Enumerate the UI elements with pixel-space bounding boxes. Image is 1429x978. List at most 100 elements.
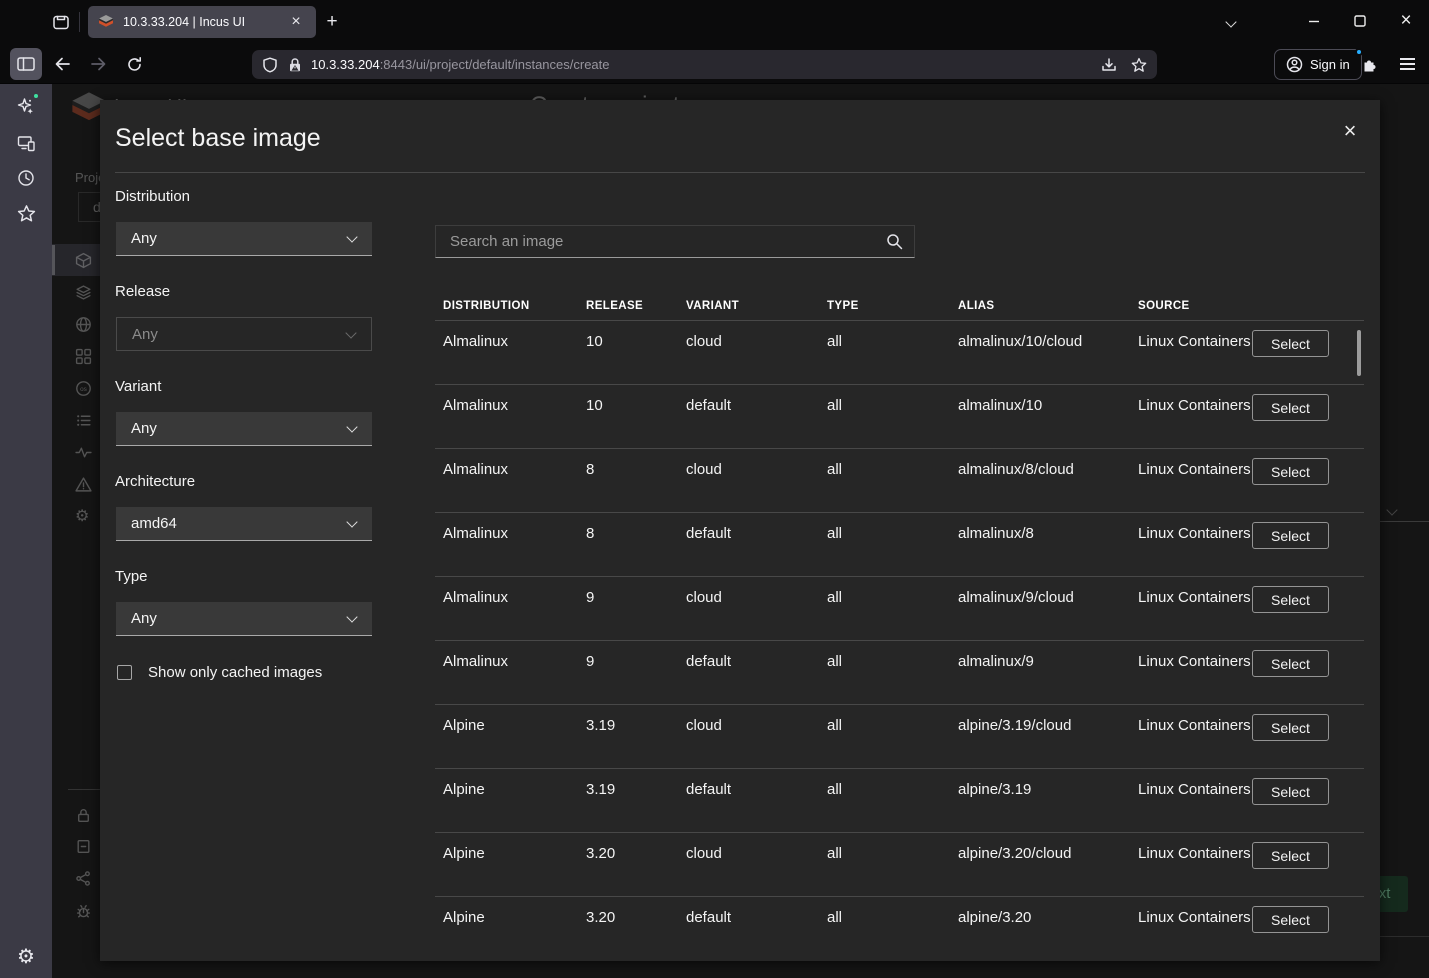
browser-toolbar: 10.3.33.204:8443/ui/project/default/inst… <box>0 44 1429 84</box>
architecture-label: Architecture <box>115 473 195 490</box>
select-button[interactable]: Select <box>1252 330 1329 357</box>
window-close-button[interactable]: × <box>1383 0 1429 42</box>
cell-type: all <box>819 650 950 704</box>
table-header-row: DISTRIBUTIONRELEASEVARIANTTYPEALIASSOURC… <box>435 286 1364 320</box>
column-header: ALIAS <box>950 300 1130 312</box>
select-button[interactable]: Select <box>1252 394 1329 421</box>
tracking-shield-icon[interactable] <box>262 57 278 73</box>
settings-gear-icon: ⚙ <box>75 508 92 525</box>
column-header: VARIANT <box>678 300 819 312</box>
profiles-layers-icon <box>75 284 92 301</box>
account-icon <box>1286 56 1303 73</box>
url-bar[interactable]: 10.3.33.204:8443/ui/project/default/inst… <box>252 50 1157 79</box>
table-row: Almalinux 8 default all almalinux/8 Linu… <box>435 512 1364 576</box>
cell-type: all <box>819 714 950 768</box>
cell-alias: almalinux/9/cloud <box>950 586 1130 640</box>
sidebar-toggle-button[interactable] <box>10 48 42 80</box>
table-scrollbar-thumb[interactable] <box>1357 330 1361 376</box>
cell-variant: cloud <box>678 714 819 768</box>
table-row: Alpine 3.20 default all alpine/3.20 Linu… <box>435 896 1364 960</box>
modal-close-button[interactable]: × <box>1336 118 1364 146</box>
browser-window: 10.3.33.204 | Incus UI × + × <box>0 0 1429 978</box>
select-button[interactable]: Select <box>1252 458 1329 485</box>
type-label: Type <box>115 568 148 585</box>
connection-lock-warning-icon[interactable] <box>287 57 303 73</box>
distribution-select[interactable]: Any <box>116 222 372 256</box>
cell-source: Linux Containers <box>1130 906 1252 960</box>
window-maximize-button[interactable] <box>1337 0 1383 42</box>
select-button[interactable]: Select <box>1252 778 1329 805</box>
signin-label: Sign in <box>1310 57 1350 72</box>
variant-select[interactable]: Any <box>116 412 372 446</box>
cell-alias: almalinux/9 <box>950 650 1130 704</box>
column-header: TYPE <box>819 300 950 312</box>
architecture-select[interactable]: amd64 <box>116 507 372 541</box>
cell-distribution: Almalinux <box>435 458 578 512</box>
bookmark-star-icon[interactable] <box>1131 57 1147 73</box>
chevron-down-icon <box>345 327 356 338</box>
back-button[interactable] <box>48 50 76 78</box>
image-table-body: Almalinux 10 cloud all almalinux/10/clou… <box>435 320 1364 960</box>
select-base-image-modal: Select base image × Distribution Any Rel… <box>100 100 1380 961</box>
table-row: Alpine 3.20 cloud all alpine/3.20/cloud … <box>435 832 1364 896</box>
new-tab-button[interactable]: + <box>320 10 344 34</box>
cell-release: 3.19 <box>578 778 678 832</box>
cell-variant: default <box>678 650 819 704</box>
release-label: Release <box>115 283 170 300</box>
image-search-input[interactable] <box>435 225 915 258</box>
cell-release: 8 <box>578 522 678 576</box>
cell-source: Linux Containers <box>1130 586 1252 640</box>
cell-source: Linux Containers <box>1130 330 1252 384</box>
search-icon <box>886 233 903 250</box>
modal-title-divider <box>115 172 1365 173</box>
select-button[interactable]: Select <box>1252 906 1329 933</box>
select-button[interactable]: Select <box>1252 842 1329 869</box>
cell-distribution: Almalinux <box>435 650 578 704</box>
warnings-triangle-icon <box>75 476 92 493</box>
table-row: Almalinux 10 cloud all almalinux/10/clou… <box>435 320 1364 384</box>
select-button[interactable]: Select <box>1252 522 1329 549</box>
table-row: Alpine 3.19 cloud all alpine/3.19/cloud … <box>435 704 1364 768</box>
cell-distribution: Alpine <box>435 842 578 896</box>
reload-button[interactable] <box>120 50 148 78</box>
cell-distribution: Alpine <box>435 778 578 832</box>
cached-images-label: Show only cached images <box>148 664 322 681</box>
server-box-icon <box>75 838 92 855</box>
save-page-icon[interactable] <box>1101 57 1117 73</box>
tab-list-chevron-icon[interactable] <box>1219 10 1243 34</box>
ai-chatbot-icon[interactable] <box>15 95 37 117</box>
select-button[interactable]: Select <box>1252 714 1329 741</box>
column-header: RELEASE <box>578 300 678 312</box>
cell-alias: alpine/3.20 <box>950 906 1130 960</box>
extensions-puzzle-icon[interactable] <box>1355 50 1383 78</box>
chevron-down-icon <box>346 516 357 527</box>
cell-release: 10 <box>578 330 678 384</box>
menu-hamburger-icon[interactable] <box>1393 50 1421 78</box>
cell-type: all <box>819 842 950 896</box>
window-minimize-button[interactable] <box>1291 0 1337 42</box>
signin-button[interactable]: Sign in <box>1274 49 1362 80</box>
chevron-down-icon <box>346 231 357 242</box>
history-clock-icon[interactable] <box>15 167 37 189</box>
cell-release: 3.20 <box>578 906 678 960</box>
cached-images-checkbox[interactable] <box>117 665 132 680</box>
cell-type: all <box>819 906 950 960</box>
cell-variant: default <box>678 778 819 832</box>
cell-source: Linux Containers <box>1130 458 1252 512</box>
browser-tab[interactable]: 10.3.33.204 | Incus UI × <box>88 6 316 38</box>
cell-source: Linux Containers <box>1130 650 1252 704</box>
background-select-chevron-icon <box>1388 501 1396 519</box>
forward-button[interactable] <box>84 50 112 78</box>
bookmarks-star-icon[interactable] <box>15 202 37 224</box>
synced-tabs-icon[interactable] <box>15 132 37 154</box>
tab-close-button[interactable]: × <box>286 12 306 32</box>
type-select[interactable]: Any <box>116 602 372 636</box>
release-select: Any <box>116 317 372 351</box>
select-button[interactable]: Select <box>1252 650 1329 677</box>
select-button[interactable]: Select <box>1252 586 1329 613</box>
cell-variant: default <box>678 906 819 960</box>
cell-source: Linux Containers <box>1130 394 1252 448</box>
table-row: Almalinux 9 cloud all almalinux/9/cloud … <box>435 576 1364 640</box>
firefox-view-icon[interactable] <box>50 11 72 33</box>
sidebar-settings-gear-icon[interactable]: ⚙ <box>15 946 37 968</box>
